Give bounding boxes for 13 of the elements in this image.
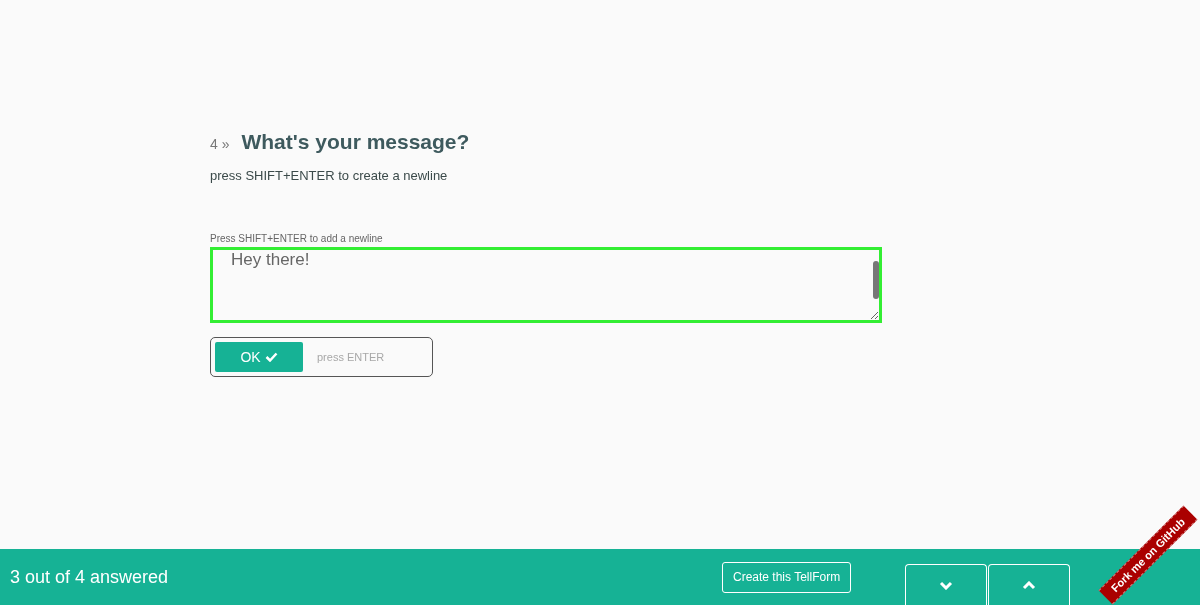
question-description: press SHIFT+ENTER to create a newline [210,168,448,183]
checkmark-icon [264,352,278,362]
submit-hint: press ENTER [317,351,385,363]
scrollbar-thumb[interactable] [873,261,879,299]
previous-button[interactable] [988,564,1071,605]
chevron-down-icon [939,580,954,590]
next-button[interactable] [905,564,988,605]
progress-text: 3 out of 4 answered [10,566,170,588]
field-label: Press SHIFT+ENTER to add a newline [210,233,383,244]
question-number: 4 » [210,136,230,152]
message-field[interactable]: Hey there! [210,247,882,323]
chevron-up-icon [1022,580,1037,590]
question-title: What's your message? [241,130,470,154]
